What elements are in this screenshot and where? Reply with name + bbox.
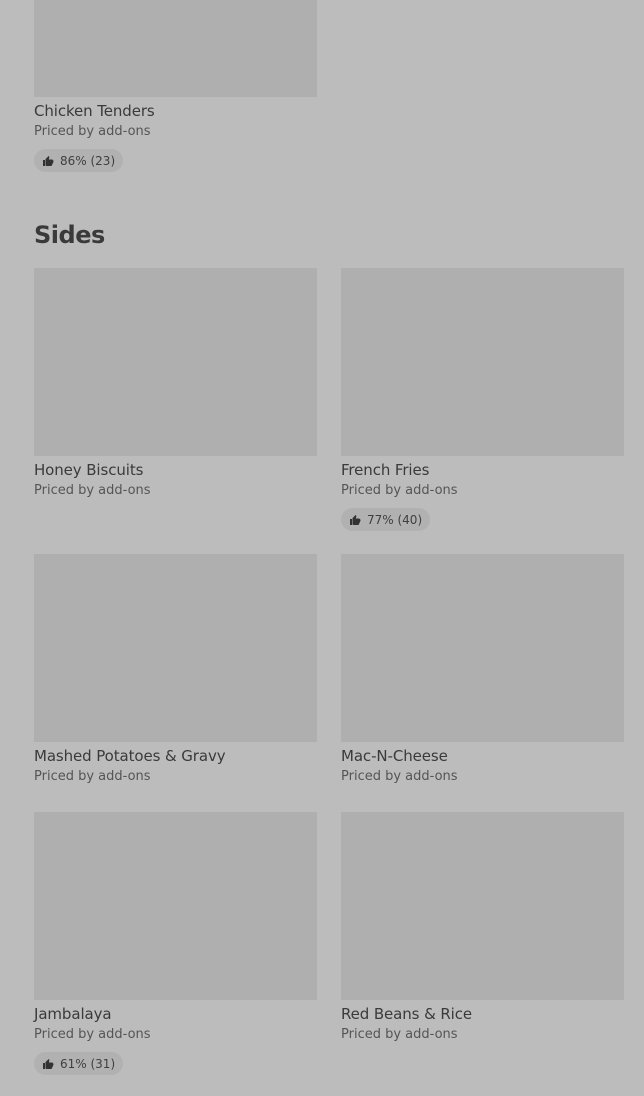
menu-item-chicken-tenders[interactable]: Chicken Tenders Priced by add-ons 86% (2… [34, 0, 317, 172]
menu-item-mashed-potatoes-gravy[interactable]: Mashed Potatoes & Gravy Priced by add-on… [34, 554, 317, 785]
item-name: Mac-N-Cheese [341, 747, 448, 765]
item-image [341, 812, 624, 1000]
item-name: Honey Biscuits [34, 461, 144, 479]
rating-badge: 61% (31) [34, 1052, 124, 1075]
menu-item-jambalaya[interactable]: Jambalaya Priced by add-ons 61% (31) [34, 812, 317, 1075]
item-price: Priced by add-ons [34, 483, 151, 498]
item-image [34, 554, 317, 742]
item-name: Jambalaya [34, 1005, 112, 1023]
item-price: Priced by add-ons [341, 483, 458, 498]
item-name: Chicken Tenders [34, 102, 155, 120]
menu-item-honey-biscuits[interactable]: Honey Biscuits Priced by add-ons [34, 268, 317, 499]
rating-badge: 86% (23) [34, 149, 124, 172]
item-price: Priced by add-ons [34, 769, 151, 784]
rating-text: 77% (40) [367, 512, 423, 527]
item-name: Red Beans & Rice [341, 1005, 472, 1023]
menu-item-red-beans-rice[interactable]: Red Beans & Rice Priced by add-ons [341, 812, 624, 1043]
item-image [341, 268, 624, 456]
item-price: Priced by add-ons [34, 1027, 151, 1042]
menu-item-mac-n-cheese[interactable]: Mac-N-Cheese Priced by add-ons [341, 554, 624, 785]
item-price: Priced by add-ons [341, 1027, 458, 1042]
thumbs-up-icon [350, 514, 361, 525]
section-heading-sides: Sides [34, 221, 105, 249]
item-image [34, 0, 317, 97]
rating-badge: 77% (40) [341, 508, 431, 531]
rating-text: 61% (31) [60, 1056, 116, 1071]
thumbs-up-icon [43, 1058, 54, 1069]
item-image [341, 554, 624, 742]
item-image [34, 268, 317, 456]
thumbs-up-icon [43, 155, 54, 166]
item-price: Priced by add-ons [34, 124, 151, 139]
item-name: Mashed Potatoes & Gravy [34, 747, 226, 765]
item-image [34, 812, 317, 1000]
rating-text: 86% (23) [60, 153, 116, 168]
item-name: French Fries [341, 461, 430, 479]
item-price: Priced by add-ons [341, 769, 458, 784]
menu-item-french-fries[interactable]: French Fries Priced by add-ons 77% (40) [341, 268, 624, 531]
